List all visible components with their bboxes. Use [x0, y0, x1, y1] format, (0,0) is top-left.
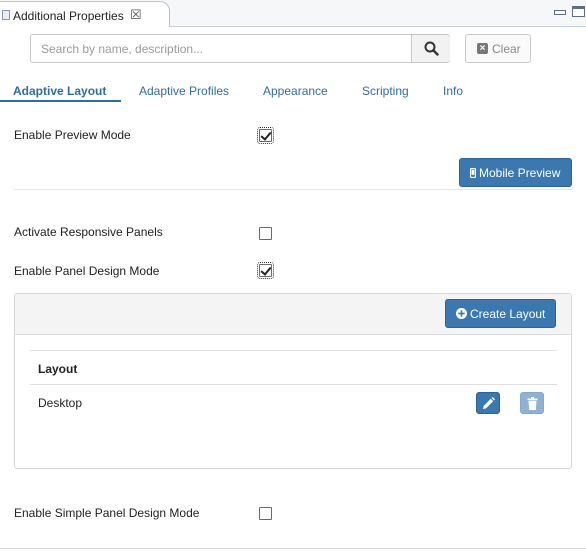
close-square-icon: × [477, 43, 488, 54]
maximize-icon[interactable] [572, 6, 585, 17]
layout-column-header: Layout [38, 362, 78, 376]
pencil-icon [483, 397, 495, 409]
simple-panel-design-mode-label: Enable Simple Panel Design Mode [14, 506, 200, 520]
close-icon[interactable]: ☒ [130, 7, 142, 23]
view-tab-strip: Additional Properties ☒ [0, 0, 586, 27]
mobile-preview-label: Mobile Preview [479, 166, 561, 180]
table-header-divider [30, 384, 557, 385]
search-input[interactable] [31, 35, 411, 62]
active-tab-indicator [0, 100, 121, 102]
view-tab-title: Additional Properties [13, 9, 124, 23]
responsive-panels-checkbox[interactable] [259, 227, 272, 240]
panel-design-mode-label: Enable Panel Design Mode [14, 264, 160, 278]
clear-button[interactable]: × Clear [465, 34, 531, 63]
search-button[interactable] [411, 35, 450, 62]
tab-adaptive-profiles[interactable]: Adaptive Profiles [139, 84, 229, 98]
properties-view-icon [2, 10, 10, 20]
plus-circle-icon [456, 308, 467, 319]
tab-adaptive-layout[interactable]: Adaptive Layout [13, 84, 106, 98]
simple-panel-design-mode-checkbox[interactable] [259, 507, 272, 520]
search-box [30, 34, 450, 63]
preview-mode-checkbox[interactable] [257, 127, 274, 144]
preview-mode-label: Enable Preview Mode [14, 128, 131, 142]
bottom-border [0, 548, 586, 549]
table-top-divider [30, 350, 557, 351]
trash-icon [527, 397, 538, 410]
search-icon [424, 41, 439, 56]
section-divider [14, 189, 572, 190]
tab-scripting[interactable]: Scripting [362, 84, 409, 98]
panel-design-mode-checkbox[interactable] [257, 262, 274, 279]
edit-layout-button[interactable] [476, 392, 500, 414]
create-layout-button[interactable]: Create Layout [445, 299, 556, 328]
tab-info[interactable]: Info [443, 84, 463, 98]
tab-appearance[interactable]: Appearance [263, 84, 328, 98]
mobile-icon [470, 168, 476, 178]
layout-name-cell: Desktop [38, 396, 83, 410]
clear-button-label: Clear [492, 42, 521, 56]
minimize-icon[interactable] [553, 6, 566, 17]
mobile-preview-button[interactable]: Mobile Preview [459, 158, 572, 187]
delete-layout-button[interactable] [520, 392, 544, 414]
responsive-panels-label: Activate Responsive Panels [14, 225, 163, 239]
layout-panel: Create Layout Layout Desktop [14, 293, 572, 469]
view-tab-additional-properties[interactable]: Additional Properties ☒ [0, 1, 170, 27]
create-layout-label: Create Layout [470, 307, 546, 321]
property-tabs: Adaptive Layout Adaptive Profiles Appear… [0, 80, 586, 102]
